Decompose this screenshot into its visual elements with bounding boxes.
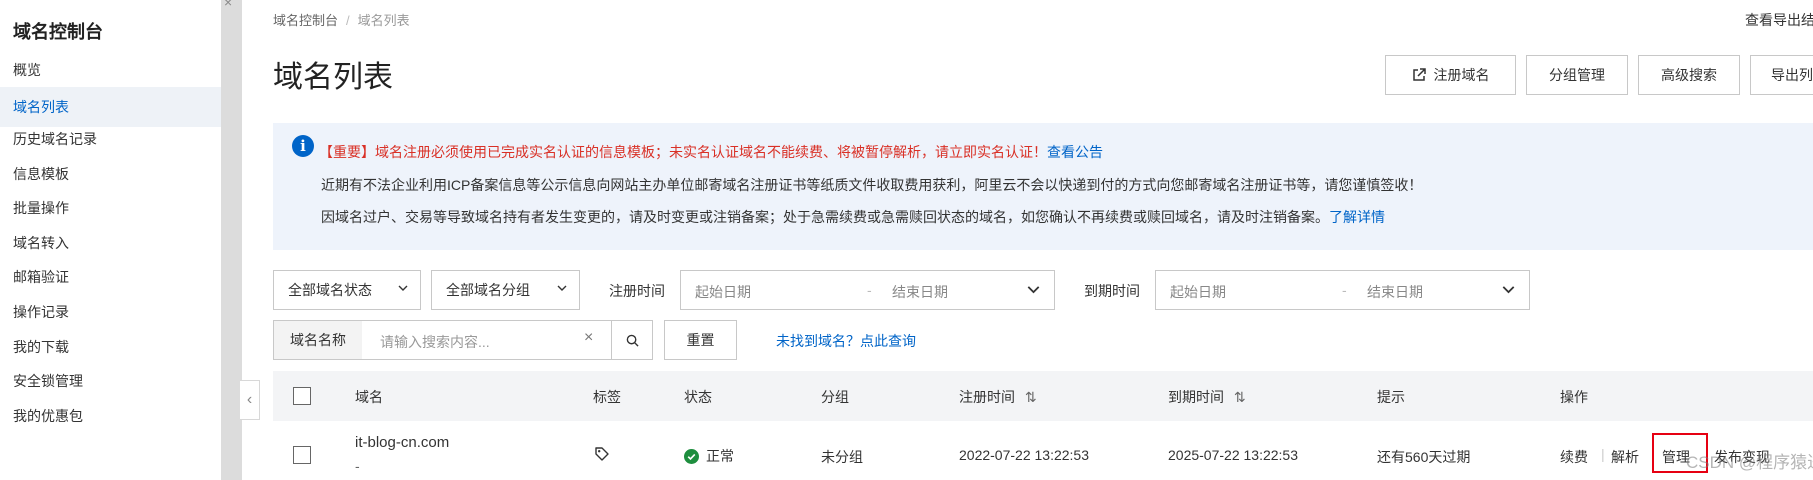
register-domain-label: 注册域名 bbox=[1433, 67, 1490, 83]
view-announcement-link[interactable]: 查看公告 bbox=[1047, 144, 1103, 160]
domain-status-value: 全部域名状态 bbox=[288, 282, 372, 298]
notice-line-filing: 因域名过户、交易等导致域名持有者发生变更的，请及时变更或注销备案；处于急需续费或… bbox=[321, 207, 1385, 227]
resolve-link[interactable]: 解析 bbox=[1611, 447, 1639, 467]
domain-group-value: 全部域名分组 bbox=[446, 282, 530, 298]
collapse-sidebar-button[interactable]: ‹ bbox=[240, 380, 260, 420]
chevron-down-icon bbox=[398, 285, 408, 291]
col-group: 分组 bbox=[821, 389, 849, 405]
page-title: 域名列表 bbox=[273, 61, 393, 94]
sidebar-item-overview[interactable]: 概览 bbox=[0, 50, 221, 90]
row-checkbox[interactable] bbox=[293, 446, 311, 464]
exp-time-label: 到期时间 bbox=[1084, 283, 1140, 299]
chevron-down-icon bbox=[1502, 286, 1515, 294]
col-domain: 域名 bbox=[355, 389, 383, 405]
domain-sub-text: - bbox=[355, 458, 360, 474]
sidebar: 域名控制台 概览 域名列表 历史域名记录 信息模板 批量操作 域名转入 邮箱验证… bbox=[0, 0, 221, 480]
tag-icon[interactable] bbox=[594, 446, 610, 462]
export-list-button[interactable]: 导出列表 bbox=[1750, 55, 1813, 95]
external-link-icon bbox=[1412, 68, 1426, 81]
table-header: 域名 标签 状态 分组 注册时间 ⇅ 到期时间 ⇅ 提示 操作 bbox=[273, 371, 1813, 421]
reg-end-date[interactable]: 结束日期 bbox=[892, 282, 948, 302]
col-exp-time-label: 到期时间 bbox=[1168, 389, 1224, 405]
expiry-hint-text: 还有560天过期 bbox=[1377, 449, 1471, 465]
breadcrumb-current: 域名列表 bbox=[357, 13, 410, 28]
col-status: 状态 bbox=[684, 389, 712, 405]
col-tag: 标签 bbox=[593, 389, 621, 405]
renew-link[interactable]: 续费 bbox=[1560, 447, 1588, 467]
learn-more-link[interactable]: 了解详情 bbox=[1329, 209, 1385, 225]
reg-date-range-picker[interactable]: 起始日期 - 结束日期 bbox=[680, 270, 1055, 310]
clear-icon[interactable]: × bbox=[584, 329, 593, 347]
reset-button[interactable]: 重置 bbox=[664, 320, 737, 360]
exp-date-range-picker[interactable]: 起始日期 - 结束日期 bbox=[1155, 270, 1530, 310]
sort-icon[interactable]: ⇅ bbox=[1025, 389, 1037, 405]
sidebar-item-operation-log[interactable]: 操作记录 bbox=[0, 292, 221, 332]
notice-line-important: 【重要】域名注册必须使用已完成实名认证的信息模板；未实名认证域名不能续费、将被暂… bbox=[319, 142, 1103, 162]
register-domain-button[interactable]: 注册域名 bbox=[1385, 55, 1516, 95]
sidebar-item-history[interactable]: 历史域名记录 bbox=[0, 119, 221, 159]
group-management-button[interactable]: 分组管理 bbox=[1526, 55, 1628, 95]
view-export-results-link[interactable]: 查看导出结果 bbox=[1745, 10, 1813, 30]
sidebar-title: 域名控制台 bbox=[13, 22, 103, 42]
domain-name-link[interactable]: it-blog-cn.com bbox=[355, 434, 449, 451]
notice-banner: i 【重要】域名注册必须使用已完成实名认证的信息模板；未实名认证域名不能续费、将… bbox=[273, 123, 1813, 250]
notice-filing-text: 因域名过户、交易等导致域名持有者发生变更的，请及时变更或注销备案；处于急需续费或… bbox=[321, 209, 1329, 225]
info-icon: i bbox=[292, 135, 314, 157]
sidebar-item-security-lock[interactable]: 安全锁管理 bbox=[0, 361, 221, 401]
range-separator: - bbox=[867, 282, 872, 298]
notice-line-warning: 近期有不法企业利用ICP备案信息等公示信息向网站主办单位邮寄域名注册证书等纸质文… bbox=[321, 177, 1423, 193]
not-found-query-link[interactable]: 未找到域名？点此查询 bbox=[776, 331, 916, 351]
domain-group-select[interactable]: 全部域名分组 bbox=[431, 270, 580, 310]
close-icon[interactable]: × bbox=[224, 0, 232, 10]
search-button[interactable] bbox=[611, 321, 652, 359]
col-reg-time[interactable]: 注册时间 ⇅ bbox=[959, 387, 1037, 407]
sidebar-item-batch[interactable]: 批量操作 bbox=[0, 188, 221, 228]
advanced-search-button[interactable]: 高级搜索 bbox=[1638, 55, 1740, 95]
reg-time-text: 2022-07-22 13:22:53 bbox=[959, 447, 1089, 463]
search-input[interactable]: 请输入搜索内容... bbox=[380, 332, 490, 352]
col-hint: 提示 bbox=[1377, 389, 1405, 405]
search-prefix-label: 域名名称 bbox=[274, 321, 362, 359]
sidebar-item-coupons[interactable]: 我的优惠包 bbox=[0, 396, 221, 436]
select-all-checkbox[interactable] bbox=[293, 387, 311, 405]
col-exp-time[interactable]: 到期时间 ⇅ bbox=[1168, 387, 1246, 407]
breadcrumb: 域名控制台 / 域名列表 bbox=[273, 10, 410, 29]
action-divider: | bbox=[1601, 446, 1605, 462]
sidebar-item-email-verify[interactable]: 邮箱验证 bbox=[0, 257, 221, 297]
breadcrumb-root[interactable]: 域名控制台 bbox=[273, 13, 338, 28]
breadcrumb-separator: / bbox=[346, 13, 350, 28]
exp-end-date[interactable]: 结束日期 bbox=[1367, 282, 1423, 302]
status-text: 正常 bbox=[706, 448, 734, 464]
sort-icon[interactable]: ⇅ bbox=[1234, 389, 1246, 405]
group-text: 未分组 bbox=[821, 449, 863, 465]
reg-time-label: 注册时间 bbox=[609, 283, 665, 299]
check-circle-icon bbox=[684, 449, 699, 464]
col-actions: 操作 bbox=[1560, 389, 1588, 405]
exp-time-text: 2025-07-22 13:22:53 bbox=[1168, 447, 1298, 463]
exp-start-date[interactable]: 起始日期 bbox=[1170, 282, 1226, 302]
chevron-left-icon: ‹ bbox=[246, 391, 253, 408]
reg-start-date[interactable]: 起始日期 bbox=[695, 282, 751, 302]
domain-search-field: 域名名称 请输入搜索内容... × bbox=[273, 320, 653, 360]
range-separator: - bbox=[1342, 282, 1347, 298]
notice-important-text: 【重要】域名注册必须使用已完成实名认证的信息模板；未实名认证域名不能续费、将被暂… bbox=[319, 144, 1047, 160]
chevron-down-icon bbox=[557, 285, 567, 291]
watermark: CSDN @程序猿进阶 bbox=[1686, 453, 1813, 472]
col-reg-time-label: 注册时间 bbox=[959, 389, 1015, 405]
search-icon bbox=[626, 334, 639, 347]
sidebar-divider bbox=[221, 0, 242, 480]
chevron-down-icon bbox=[1027, 286, 1040, 294]
domain-status-select[interactable]: 全部域名状态 bbox=[273, 270, 421, 310]
